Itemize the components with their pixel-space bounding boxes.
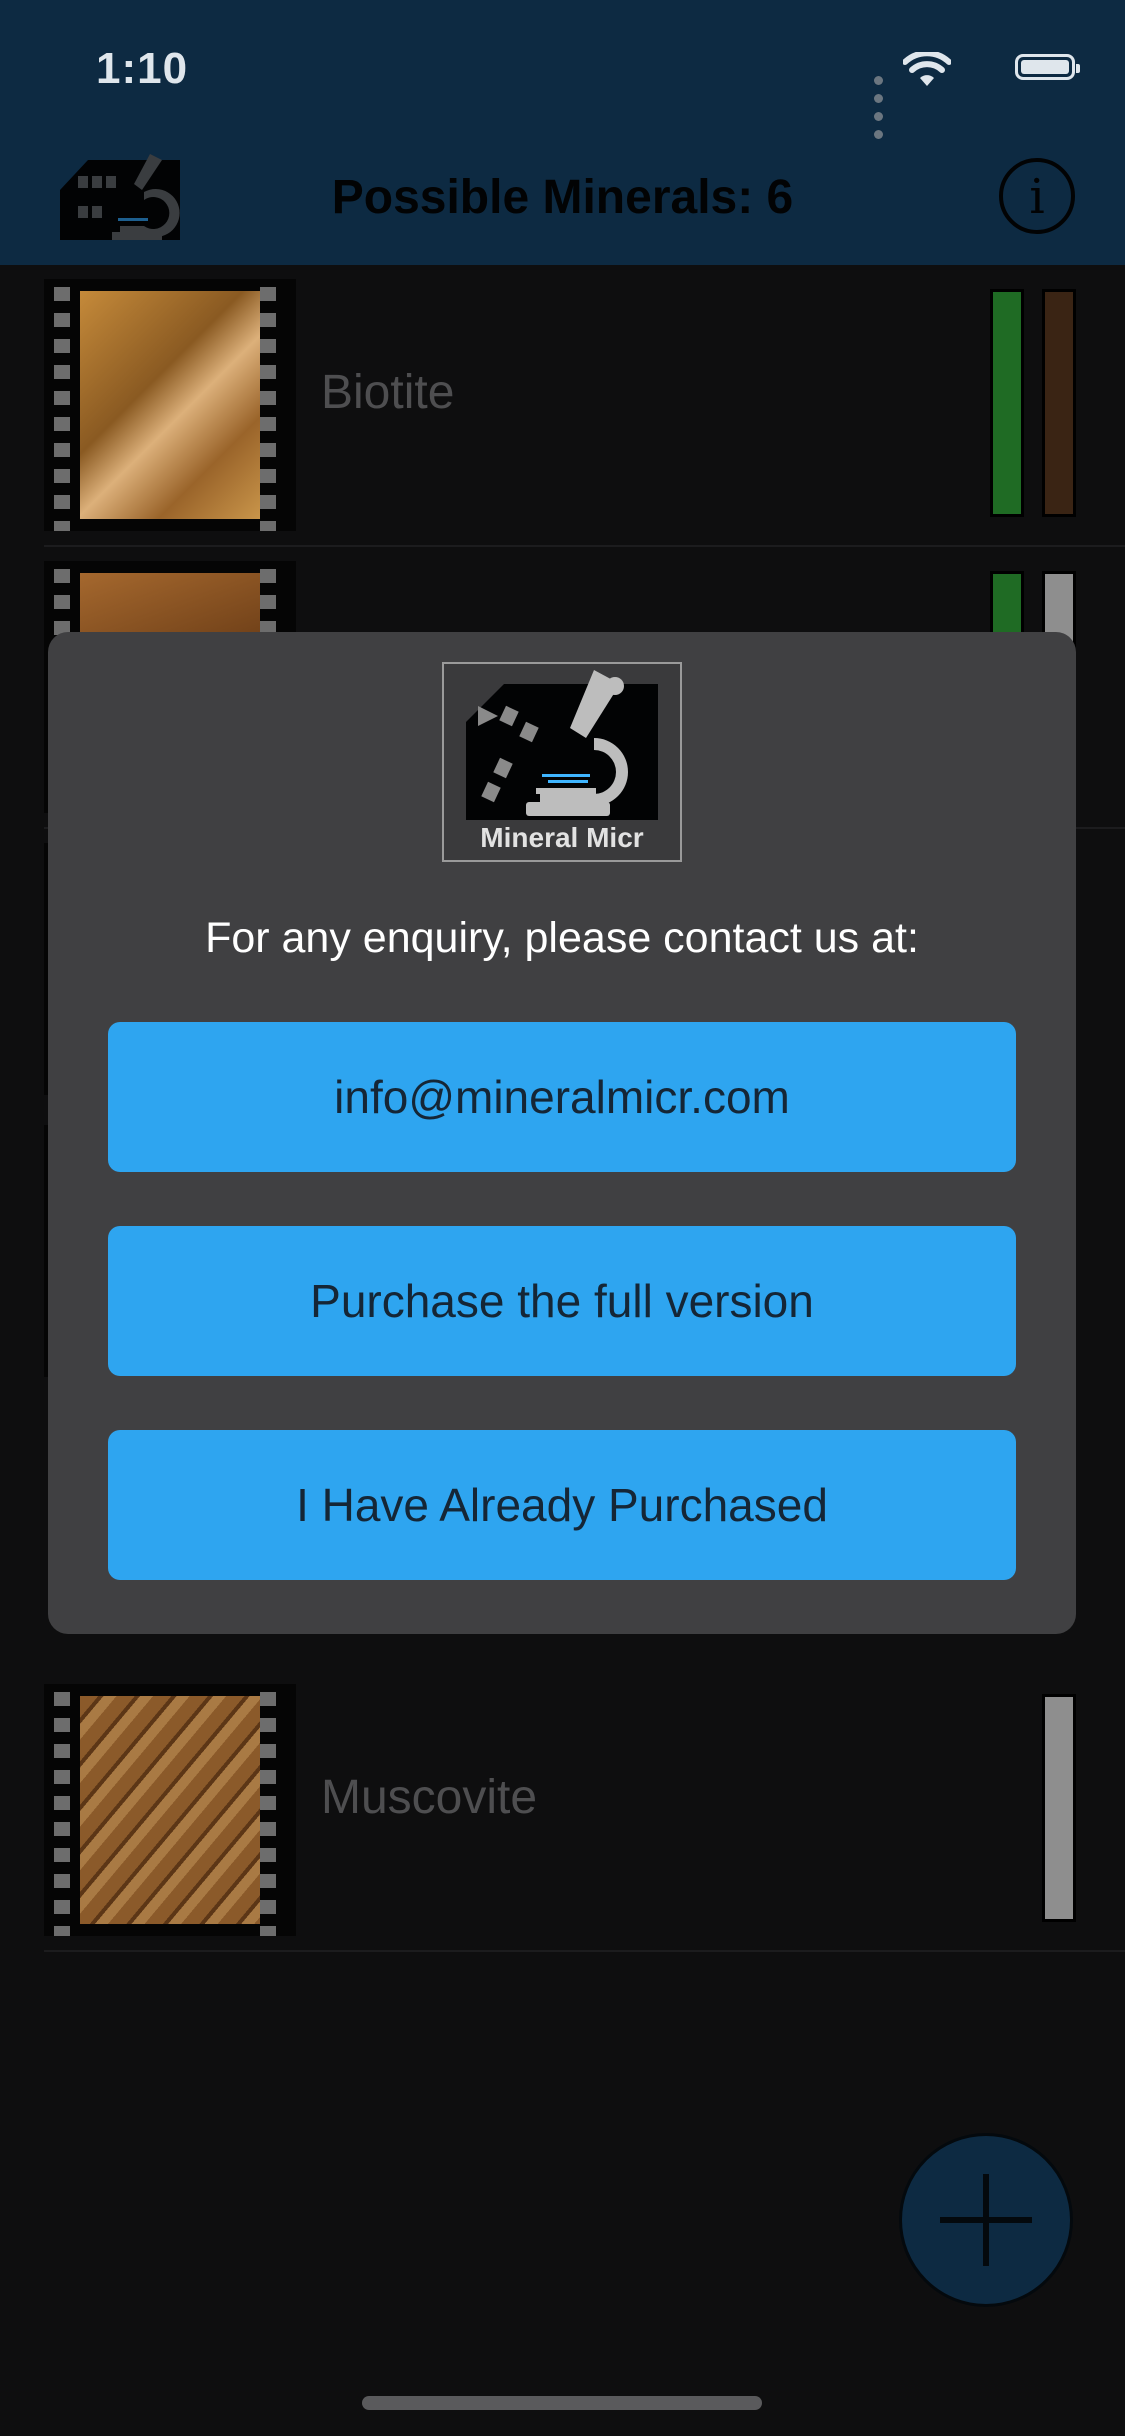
status-bar: 1:10 [0,0,1125,140]
contact-dialog: Mineral Micr For any enquiry, please con… [48,632,1076,1634]
microscope-logo-icon [466,670,658,820]
match-indicator-bar [990,289,1024,517]
list-item[interactable]: Muscovite [44,1670,1125,1952]
mineral-thumbnail [44,279,296,531]
list-item[interactable]: Biotite [44,265,1125,547]
mineral-name: Muscovite [321,1771,538,1824]
mineral-thumbnail [44,1684,296,1936]
cellular-signal-icon [870,72,883,144]
match-indicator-bar [1042,1694,1076,1922]
dialog-logo: Mineral Micr [442,662,682,862]
wifi-icon [903,52,951,86]
purchase-button[interactable]: Purchase the full version [108,1226,1016,1376]
dialog-message: For any enquiry, please contact us at: [205,914,919,962]
status-time: 1:10 [96,44,189,93]
battery-icon [1015,54,1080,80]
restore-purchase-button[interactable]: I Have Already Purchased [108,1430,1016,1580]
match-indicator-bar [1042,289,1076,517]
info-button[interactable]: i [999,158,1075,234]
mineral-name: Biotite [321,366,455,419]
add-button[interactable] [899,2133,1073,2307]
page-title: Possible Minerals: 6 [331,171,794,224]
home-indicator[interactable] [362,2396,762,2410]
nav-bar: Possible Minerals: 6 i [0,140,1125,265]
email-button[interactable]: info@mineralmicr.com [108,1022,1016,1172]
plus-icon [940,2174,1032,2266]
logo-text: Mineral Micr [480,822,644,853]
